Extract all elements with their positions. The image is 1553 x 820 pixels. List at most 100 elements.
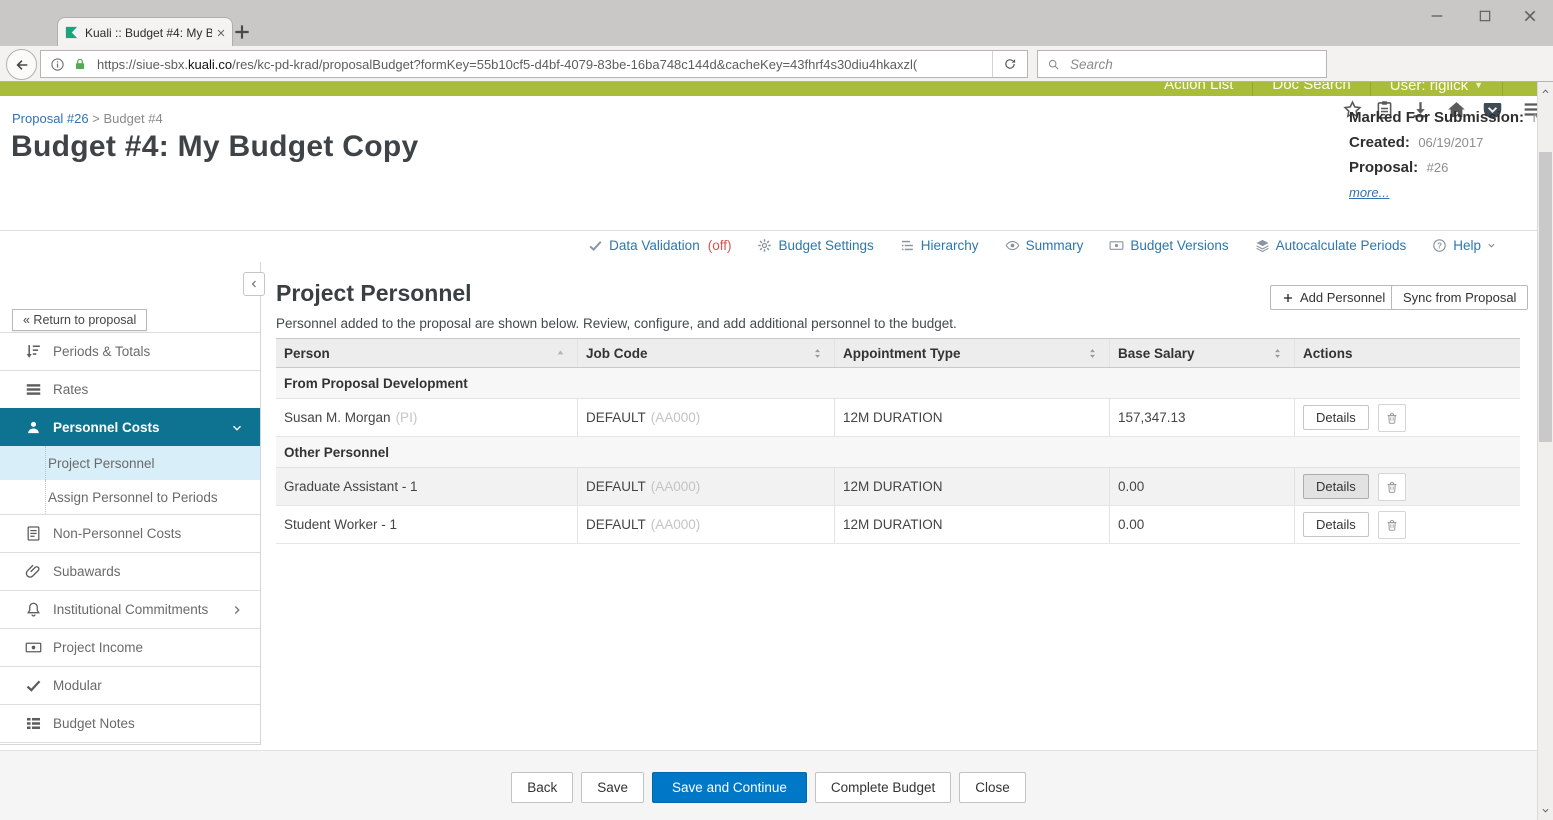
meta-value: #26 (1426, 160, 1449, 175)
url-bar[interactable]: https://siue-sbx.kuali.co/res/kc-pd-krad… (40, 50, 1028, 78)
sidebar-item-subawards[interactable]: Subawards (0, 552, 260, 590)
sidebar-item-label: Periods & Totals (53, 344, 151, 359)
appointment-type-cell: 12M DURATION (835, 468, 1110, 505)
sidebar-item-label: Institutional Commitments (53, 602, 209, 617)
back-button-footer[interactable]: Back (511, 772, 574, 803)
sidebar-item-rates[interactable]: Rates (0, 370, 260, 408)
search-bar[interactable] (1037, 50, 1327, 78)
data-validation-link[interactable]: Data Validation (off) (588, 238, 731, 253)
sidebar-item-non-personnel-costs[interactable]: Non-Personnel Costs (0, 514, 260, 552)
sort-icon[interactable] (1271, 347, 1284, 360)
group-header-from-proposal-development: From Proposal Development (276, 368, 1520, 399)
budget-versions-link[interactable]: Budget Versions (1109, 238, 1229, 253)
delete-button[interactable] (1377, 403, 1406, 432)
sort-icon[interactable] (811, 347, 824, 360)
save-button[interactable]: Save (581, 772, 645, 803)
budget-settings-link[interactable]: Budget Settings (757, 238, 874, 253)
https-lock-icon[interactable] (73, 57, 87, 71)
sidebar-item-institutional-commitments[interactable]: Institutional Commitments (0, 590, 260, 628)
tab-title: Kuali :: Budget #4: My Budg (85, 25, 212, 40)
more-link[interactable]: more... (1349, 185, 1389, 200)
sidebar-item-label: Non-Personnel Costs (53, 526, 182, 541)
details-button[interactable]: Details (1303, 474, 1369, 499)
footer-action-bar: Back Save Save and Continue Complete Bud… (0, 750, 1537, 820)
column-header-base-salary[interactable]: Base Salary (1110, 339, 1295, 367)
summary-link[interactable]: Summary (1005, 238, 1083, 253)
sidebar-end-divider (0, 742, 260, 743)
plus-icon (1282, 292, 1294, 304)
sync-from-proposal-button[interactable]: Sync from Proposal (1391, 285, 1529, 310)
sidebar-item-assign-personnel[interactable]: Assign Personnel to Periods (0, 480, 260, 514)
data-validation-off-badge: (off) (707, 237, 732, 253)
job-code-cell: DEFAULT (AA000) (578, 468, 835, 505)
delete-button[interactable] (1377, 472, 1406, 501)
add-personnel-button[interactable]: Add Personnel (1270, 285, 1398, 310)
sort-icon[interactable] (1086, 347, 1099, 360)
window-close-button[interactable] (1522, 8, 1538, 24)
sort-asc-icon[interactable] (554, 347, 567, 360)
breadcrumb-current: Budget #4 (103, 111, 163, 126)
sidebar-item-budget-notes[interactable]: Budget Notes (0, 704, 260, 742)
back-button[interactable] (6, 49, 37, 80)
meta-marked-for-submission: Marked For Submission: No (1349, 109, 1549, 127)
browser-window: ? Kuali :: Budget #4: My Budg (0, 0, 1553, 820)
column-header-job-code[interactable]: Job Code (578, 339, 835, 367)
scrollbar-thumb[interactable] (1539, 152, 1552, 442)
details-button[interactable]: Details (1303, 405, 1369, 430)
page-info-icon[interactable] (50, 57, 65, 72)
window-maximize-button[interactable] (1477, 8, 1493, 24)
details-button[interactable]: Details (1303, 512, 1369, 537)
column-header-appointment-type[interactable]: Appointment Type (835, 339, 1110, 367)
user-menu-link[interactable]: User: riglick ▼ (1369, 82, 1503, 96)
scroll-up-icon[interactable] (1541, 87, 1550, 96)
action-list-link[interactable]: Action List (1145, 82, 1252, 96)
doc-search-link[interactable]: Doc Search (1252, 82, 1369, 96)
collapse-sidebar-button[interactable] (243, 272, 265, 296)
close-button[interactable]: Close (959, 772, 1026, 803)
layers-icon (1255, 238, 1270, 253)
save-and-continue-button[interactable]: Save and Continue (652, 772, 807, 803)
tab-close-icon[interactable] (216, 28, 226, 38)
meta-label: Marked For Submission: (1349, 109, 1525, 126)
sidebar-item-project-income[interactable]: Project Income (0, 628, 260, 666)
table-row: Student Worker - 1 DEFAULT (AA000) 12M D… (276, 506, 1520, 544)
header-divider (0, 230, 1537, 231)
breadcrumb-proposal-link[interactable]: Proposal #26 (12, 111, 89, 126)
vertical-scrollbar[interactable] (1537, 82, 1553, 820)
job-code-note: (AA000) (650, 517, 701, 532)
sidebar-item-project-personnel[interactable]: Project Personnel (0, 446, 260, 480)
sidebar-item-label: Budget Notes (53, 716, 135, 731)
sidebar-item-periods-totals[interactable]: Periods & Totals (0, 332, 260, 370)
app-header-links: Action List Doc Search User: riglick ▼ (1145, 82, 1503, 96)
personnel-table: Person Job Code Appointment Type Base Sa… (276, 338, 1520, 544)
search-input[interactable] (1068, 55, 1326, 73)
submenu-rule (45, 480, 46, 514)
trash-icon (1385, 411, 1399, 425)
hierarchy-list-icon (900, 238, 915, 253)
complete-budget-button[interactable]: Complete Budget (814, 772, 952, 803)
browser-tab[interactable]: Kuali :: Budget #4: My Budg (57, 17, 233, 47)
column-header-person[interactable]: Person (276, 339, 578, 367)
new-tab-button[interactable] (232, 22, 252, 42)
document-meta: Marked For Submission: No Created: 06/19… (1349, 109, 1549, 202)
sidebar-item-modular[interactable]: Modular (0, 666, 260, 704)
meta-label: Proposal: (1349, 159, 1419, 176)
return-to-proposal-button[interactable]: « Return to proposal (12, 309, 148, 331)
reload-button[interactable] (992, 51, 1027, 77)
sidebar-item-label: Rates (53, 382, 89, 397)
delete-button[interactable] (1377, 510, 1406, 539)
person-role-note: (PI) (395, 410, 418, 425)
kuali-logo-icon (64, 25, 79, 40)
meta-created: Created: 06/19/2017 (1349, 134, 1539, 152)
chevron-down-icon (1487, 241, 1496, 250)
url-text: https://siue-sbx.kuali.co/res/kc-pd-krad… (97, 56, 918, 72)
hierarchy-link[interactable]: Hierarchy (900, 238, 979, 253)
scroll-down-icon[interactable] (1541, 806, 1550, 815)
sidebar-item-label: Personnel Costs (53, 420, 160, 435)
check-icon (588, 238, 603, 253)
autocalculate-periods-link[interactable]: Autocalculate Periods (1255, 238, 1406, 253)
window-minimize-button[interactable] (1429, 8, 1445, 24)
sidebar-item-personnel-costs[interactable]: Personnel Costs (0, 408, 260, 446)
help-link[interactable]: Help (1432, 238, 1496, 253)
eye-icon (1005, 238, 1020, 253)
